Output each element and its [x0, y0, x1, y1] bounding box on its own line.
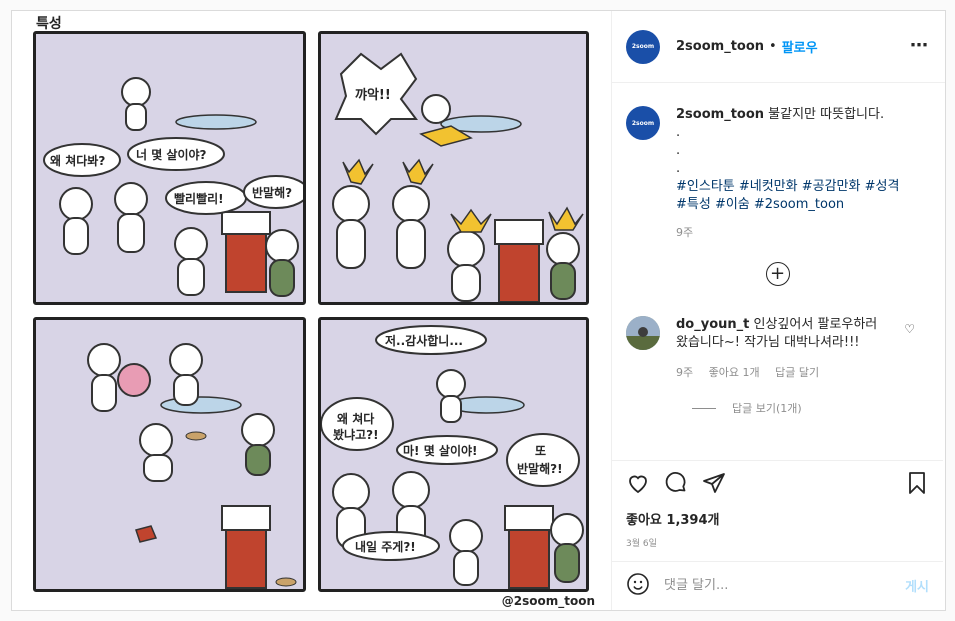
emoji-icon[interactable] [626, 572, 650, 600]
comic-title: 특성 [36, 16, 62, 32]
comment-item: do_youn_t 인상깊어서 팔로우하러왔습니다~! 작가님 대박나셔라!!!… [626, 316, 929, 382]
view-replies[interactable]: 답글 보기(1개) [692, 400, 929, 416]
separator-dot: • [769, 39, 777, 54]
bubble-scream: 꺄악!! [355, 88, 391, 103]
action-icons [626, 469, 929, 501]
replies-line [692, 407, 716, 409]
caption-dot-2: . [676, 143, 681, 158]
post-sidebar: 2soom 2soom_toon • 팔로우 ⋯ 2soom 2soom_too… [612, 11, 945, 610]
load-more-comments-icon[interactable]: + [765, 262, 790, 286]
caption-dot-3: . [676, 161, 681, 176]
follow-button[interactable]: 팔로우 [782, 37, 818, 56]
bubble-again-2: 반말해?! [517, 462, 563, 476]
bubble-hurry: 빨리빨리! [174, 192, 224, 206]
commenter-username[interactable]: do_youn_t [676, 317, 749, 332]
caption-dot-1: . [676, 125, 681, 140]
share-icon[interactable] [702, 471, 726, 499]
likes-count[interactable]: 좋아요 1,394개 [626, 509, 929, 528]
post-header: 2soom 2soom_toon • 팔로우 ⋯ [612, 11, 945, 83]
post-date[interactable]: 3월 6일 [626, 536, 929, 549]
caption-hashtags[interactable]: #인스타툰 #네컷만화 #공감만화 #성격 #특성 #이숨 #2soom_too… [676, 178, 906, 214]
comments-section[interactable]: 2soom 2soom_toon 불같지만 따뜻합니다. . . . #인스타툰… [612, 84, 943, 460]
heart-icon[interactable] [626, 471, 650, 499]
comic-panel-1: 왜 쳐다봐? 너 몇 살이야? 빨리빨리! 반말해? [33, 31, 306, 305]
caption-time[interactable]: 9주 [676, 224, 906, 242]
post-actions: 좋아요 1,394개 3월 6일 [612, 460, 943, 557]
caption-username[interactable]: 2soom_toon [676, 107, 764, 122]
author-avatar[interactable]: 2soom [626, 29, 660, 64]
caption-text: 불같지만 따뜻합니다. [768, 107, 885, 122]
caption-body: 2soom_toon 불같지만 따뜻합니다. . . . #인스타툰 #네컷만화… [676, 106, 906, 242]
comic-panel-4: 저..감사합니... 왜 쳐다 봤냐고?! 마! 몇 살이야! 또 반말해?! … [318, 317, 589, 592]
comment-input[interactable] [664, 578, 906, 593]
add-comment-bar: 게시 [612, 561, 943, 609]
reply-button[interactable]: 답글 달기 [775, 366, 819, 379]
comment-meta: 9주 좋아요 1개 답글 달기 [676, 364, 886, 382]
comic-panel-3 [33, 317, 306, 592]
commenter-avatar[interactable] [626, 316, 660, 350]
bubble-how-old-2: 마! 몇 살이야! [403, 444, 478, 458]
caption: 2soom 2soom_toon 불같지만 따뜻합니다. . . . #인스타툰… [626, 106, 929, 242]
view-replies-label[interactable]: 답글 보기(1개) [732, 400, 802, 416]
comment-heart-icon[interactable]: ♡ [904, 322, 915, 336]
post-comment-button[interactable]: 게시 [905, 576, 929, 595]
bubble-informal: 반말해? [252, 186, 293, 200]
bubble-how-old: 너 몇 살이야? [136, 148, 207, 162]
bubble-thanks: 저..감사합니... [385, 334, 463, 348]
comic-watermark: @2soom_toon [501, 594, 595, 608]
post-container: 특성 왜 쳐다봐? 너 몇 살이야? 빨리빨리! 반말해? 꺄악!! 저..감사… [11, 10, 946, 611]
author-username[interactable]: 2soom_toon [676, 39, 764, 54]
comic-panel-2: 꺄악!! [318, 31, 589, 305]
bookmark-icon[interactable] [905, 471, 929, 499]
comment-likes[interactable]: 좋아요 1개 [709, 366, 760, 379]
comment-time[interactable]: 9주 [676, 366, 693, 379]
more-icon[interactable]: ⋯ [910, 35, 929, 56]
comment-icon[interactable] [664, 471, 688, 499]
bubble-why-stared-1: 왜 쳐다 [337, 412, 375, 426]
bubble-why-stared-2: 봤냐고?! [333, 428, 379, 442]
comment-body: do_youn_t 인상깊어서 팔로우하러왔습니다~! 작가님 대박나셔라!!!… [676, 316, 886, 382]
bubble-why-stare: 왜 쳐다봐? [50, 154, 106, 168]
post-media[interactable]: 특성 왜 쳐다봐? 너 몇 살이야? 빨리빨리! 반말해? 꺄악!! 저..감사… [12, 11, 612, 610]
caption-avatar[interactable]: 2soom [626, 106, 660, 140]
bubble-tomorrow: 내일 주게?! [355, 540, 416, 554]
bubble-again-1: 또 [535, 444, 547, 458]
